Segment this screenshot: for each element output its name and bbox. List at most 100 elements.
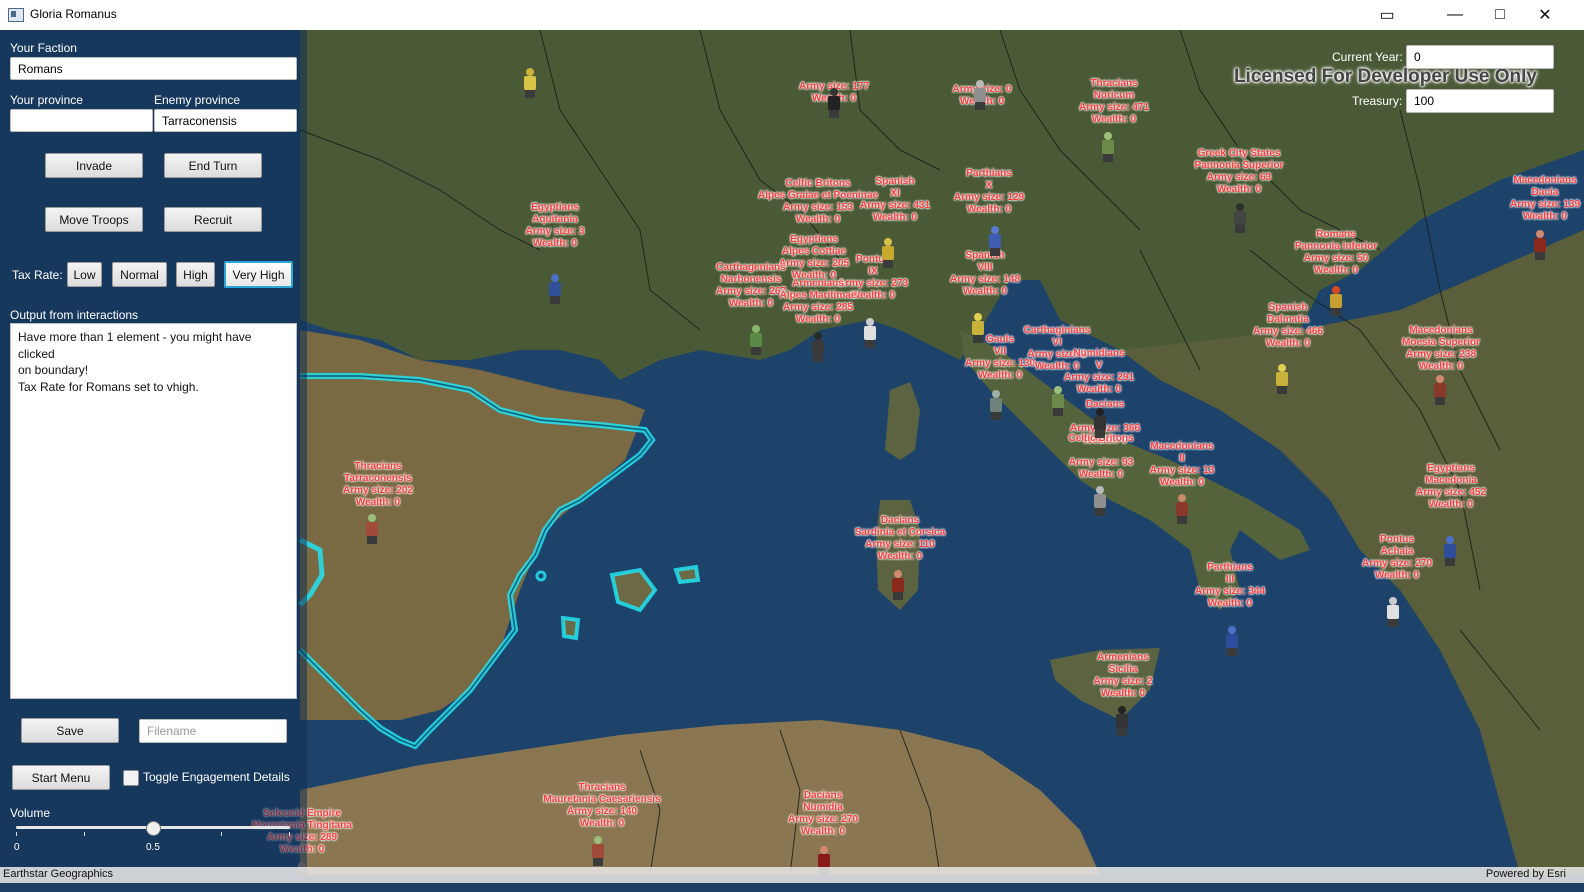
province-label: Carthagenians Narbonensis Army size: 267 We…: [716, 262, 786, 310]
slider-tick: [221, 832, 222, 836]
province-label-line: Wealth: 0: [1313, 265, 1359, 276]
province-label-line: Wealth: 0: [1418, 361, 1464, 372]
province-label-line: Macedonians: [1409, 325, 1473, 336]
blue-unit-icon[interactable]: [1440, 536, 1460, 566]
yellow-unit-icon[interactable]: [878, 238, 898, 268]
province-label: Greek City States Pannonia Superior Army s…: [1195, 148, 1284, 196]
province-label-line: Carthagenians: [716, 262, 786, 273]
province-label-line: Wealth: 0: [962, 286, 1008, 297]
province-label-line: VIII: [977, 262, 993, 273]
output-line: Tax Rate for Romans set to vhigh.: [18, 379, 199, 394]
roman-unit-icon[interactable]: [1326, 286, 1346, 316]
province-label-line: Tarraconensis: [344, 473, 412, 484]
province-label-line: Wealth: 0: [1100, 688, 1146, 699]
window-title: Gloria Romanus: [30, 7, 117, 21]
tax-low-button[interactable]: Low: [67, 262, 102, 287]
province-label: Egyptians Macedonia Army size: 452 Wealth: …: [1416, 463, 1486, 511]
province-label-line: Thracians: [578, 782, 626, 793]
province-label-line: Aquitania: [532, 214, 578, 225]
your-province-label: Your province: [10, 93, 83, 107]
province-label-line: Wealth: 0: [728, 298, 774, 309]
output-line: on boundary!: [18, 363, 89, 377]
province-label-line: Army size: 140: [566, 806, 638, 817]
province-label-line: Wealth: 0: [1216, 184, 1262, 195]
yellow-unit-icon[interactable]: [520, 68, 540, 98]
province-label: Macedonians II Army size: 13 Wealth: 0: [1150, 441, 1214, 489]
blue-unit-icon[interactable]: [985, 226, 1005, 256]
yellow-unit-icon[interactable]: [1272, 364, 1292, 394]
treasury-field[interactable]: 100: [1406, 89, 1554, 113]
province-label-line: Wealth: 0: [1091, 114, 1137, 125]
green-unit-icon[interactable]: [362, 514, 382, 544]
close-button[interactable]: ✕: [1522, 0, 1568, 30]
province-label-line: Army size: 270: [787, 814, 859, 825]
maximize-button[interactable]: □: [1477, 0, 1523, 30]
dark-unit-icon[interactable]: [1090, 408, 1110, 438]
province-label-line: Mauretania Caesariensis: [543, 794, 661, 805]
enemy-province-field[interactable]: Tarraconensis: [154, 109, 297, 132]
province-label-line: Macedonians: [1150, 441, 1214, 452]
save-button[interactable]: Save: [21, 718, 119, 743]
output-textarea[interactable]: Have more than 1 element - you might hav…: [10, 323, 297, 699]
green-unit-icon[interactable]: [588, 836, 608, 866]
red-unit-icon[interactable]: [1430, 375, 1450, 405]
red-unit-icon[interactable]: [888, 570, 908, 600]
invade-button[interactable]: Invade: [45, 153, 143, 178]
crusader-unit-icon[interactable]: [860, 318, 880, 348]
dark-unit-icon[interactable]: [808, 332, 828, 362]
blue-unit-icon[interactable]: [545, 274, 565, 304]
province-label: Macedonians Dacia Army size: 139 Wealth: 0: [1510, 175, 1580, 223]
tax-normal-button[interactable]: Normal: [112, 262, 167, 287]
move-troops-button[interactable]: Move Troops: [45, 207, 143, 232]
blue-unit-icon[interactable]: [1222, 626, 1242, 656]
crusader-unit-icon[interactable]: [1383, 597, 1403, 627]
green-unit-icon[interactable]: [746, 325, 766, 355]
grey-unit-icon[interactable]: [1090, 486, 1110, 516]
filename-input[interactable]: Filename: [139, 719, 287, 743]
province-label: Spanish XI Army size: 431 Wealth: 0: [860, 176, 930, 224]
province-label-line: Sardinia et Corsica: [854, 527, 946, 538]
province-label: Armenians Sicilia Army size: 2 Wealth: 0: [1094, 652, 1153, 700]
province-label: Macedonians Moesia Superior Army size: 238…: [1402, 325, 1480, 373]
grey-unit-icon[interactable]: [970, 80, 990, 110]
province-label-line: Army size: 13: [1149, 465, 1215, 476]
province-label-line: Wealth: 0: [1076, 384, 1122, 395]
province-label: Thracians Tarraconensis Army size: 202 Weal…: [343, 461, 413, 509]
province-label: Thracians Noricum Army size: 471 Wealth: 0: [1079, 78, 1149, 126]
grey-unit-icon[interactable]: [986, 390, 1006, 420]
province-label-line: Wealth: 0: [1522, 211, 1568, 222]
province-label-line: Army size: 452: [1415, 487, 1487, 498]
province-label-line: Carthaginians: [1023, 325, 1091, 336]
current-year-field[interactable]: 0: [1406, 45, 1554, 69]
tax-high-button[interactable]: High: [176, 262, 215, 287]
province-label-line: Sicilia: [1108, 664, 1138, 675]
faction-field[interactable]: Romans: [10, 57, 297, 80]
province-label-line: Macedonians: [1513, 175, 1577, 186]
green-unit-icon[interactable]: [1048, 386, 1068, 416]
tax-very-high-button[interactable]: Very High: [224, 261, 293, 288]
powered-by-text: Powered by Esri: [1485, 868, 1566, 880]
province-label-line: Wealth: 0: [579, 818, 625, 829]
your-province-field[interactable]: [10, 109, 153, 132]
dark-unit-icon[interactable]: [1230, 203, 1250, 233]
red-unit-icon[interactable]: [1172, 494, 1192, 524]
minimize-button[interactable]: —: [1432, 0, 1478, 30]
slider-tick: [16, 832, 17, 836]
province-label-line: Numidia: [803, 802, 843, 813]
province-label-line: Thracians: [354, 461, 402, 472]
province-label-line: Army size: 466: [1252, 326, 1324, 337]
province-label-line: Dacians: [880, 515, 920, 526]
yellow-unit-icon[interactable]: [968, 313, 988, 343]
volume-slider-thumb[interactable]: [146, 821, 161, 836]
red-unit-icon[interactable]: [1530, 230, 1550, 260]
toggle-engagement-checkbox[interactable]: [123, 770, 139, 786]
dark-unit-icon[interactable]: [1112, 706, 1132, 736]
title-bar: Gloria Romanus ▭ — □ ✕: [0, 0, 1584, 31]
display-mode-icon[interactable]: ▭: [1364, 0, 1410, 30]
dark-unit-icon[interactable]: [824, 88, 844, 118]
start-menu-button[interactable]: Start Menu: [12, 765, 110, 790]
end-turn-button[interactable]: End Turn: [164, 153, 262, 178]
province-label-line: Egyptians: [531, 202, 579, 213]
green-unit-icon[interactable]: [1098, 132, 1118, 162]
recruit-button[interactable]: Recruit: [164, 207, 262, 232]
